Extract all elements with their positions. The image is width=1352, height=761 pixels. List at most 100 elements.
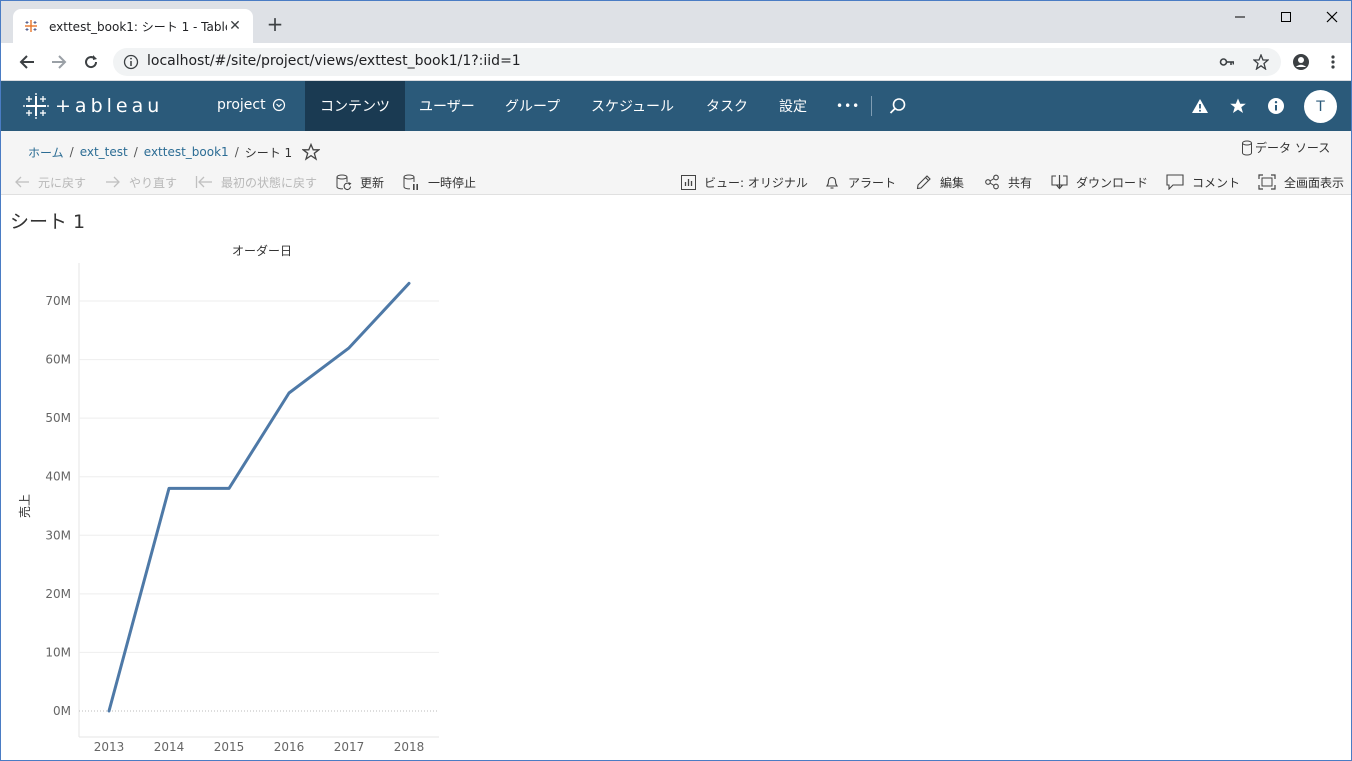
fullscreen-label: 全画面表示	[1284, 175, 1345, 190]
x-tick-label: 2018	[394, 740, 425, 754]
redo-arrow-icon	[106, 176, 120, 188]
y-tick-label: 20M	[45, 587, 71, 601]
site-info-icon[interactable]	[123, 54, 139, 70]
undo-button[interactable]: 元に戻す	[14, 173, 86, 191]
comment-label: コメント	[1192, 175, 1241, 190]
data-point[interactable]	[345, 344, 353, 352]
data-point[interactable]	[105, 707, 113, 715]
window-close-icon[interactable]	[1321, 7, 1343, 27]
y-tick-label: 40M	[45, 470, 71, 484]
bookmark-star-icon[interactable]	[1252, 53, 1270, 71]
breadcrumb-home[interactable]: ホーム	[28, 144, 64, 161]
tab-strip: exttest_book1: シート 1 - Tableau S ✕ +	[1, 1, 1351, 43]
data-source-button[interactable]: データ ソース	[1241, 139, 1330, 156]
x-tick-label: 2017	[334, 740, 365, 754]
new-tab-icon[interactable]: +	[265, 14, 285, 35]
fullscreen-icon	[1258, 174, 1276, 190]
tab-title: exttest_book1: シート 1 - Tableau S	[49, 19, 227, 34]
pause-button[interactable]: 一時停止	[403, 173, 476, 191]
revert-label: 最初の状態に戻す	[221, 175, 318, 190]
nav-schedules[interactable]: スケジュール	[577, 81, 688, 131]
y-tick-label: 10M	[45, 645, 71, 659]
comment-button[interactable]: コメント	[1166, 173, 1240, 191]
minimize-icon[interactable]	[1229, 7, 1251, 27]
share-button[interactable]: 共有	[984, 173, 1032, 191]
y-axis-label: 売上	[17, 494, 32, 518]
data-point[interactable]	[165, 484, 173, 492]
nav-divider	[871, 96, 872, 116]
y-tick-label: 60M	[45, 353, 71, 367]
undo-arrow-icon	[15, 176, 29, 188]
redo-button[interactable]: やり直す	[105, 173, 177, 191]
breadcrumb-separator: /	[133, 145, 138, 159]
y-tick-label: 30M	[45, 528, 71, 542]
favorites-star-icon[interactable]	[1229, 97, 1247, 115]
breadcrumb: ホーム / ext_test / exttest_book1 / シート 1	[28, 143, 321, 161]
redo-label: やり直す	[129, 175, 178, 190]
data-point[interactable]	[225, 484, 233, 492]
tableau-logo[interactable]: +ableau	[23, 93, 163, 119]
site-switcher[interactable]: project	[217, 97, 286, 113]
download-icon	[1051, 175, 1068, 190]
nav-settings[interactable]: 設定	[765, 81, 821, 131]
revert-button[interactable]: 最初の状態に戻す	[195, 173, 317, 191]
x-tick-label: 2016	[274, 740, 305, 754]
fullscreen-button[interactable]: 全画面表示	[1258, 173, 1344, 191]
comment-icon	[1166, 174, 1184, 190]
edit-label: 編集	[940, 175, 965, 190]
alert-label: アラート	[848, 175, 897, 190]
undo-label: 元に戻す	[38, 175, 87, 190]
nav-users[interactable]: ユーザー	[405, 81, 489, 131]
data-point[interactable]	[405, 279, 413, 287]
browser-toolbar: localhost/#/site/project/views/exttest_b…	[1, 43, 1351, 81]
address-bar[interactable]: localhost/#/site/project/views/exttest_b…	[113, 48, 1281, 76]
browser-menu-icon[interactable]	[1323, 52, 1343, 72]
back-icon[interactable]	[17, 52, 37, 72]
info-icon[interactable]	[1267, 97, 1285, 115]
sheet-title: シート 1	[10, 211, 86, 233]
breadcrumb-project[interactable]: ext_test	[80, 145, 128, 159]
sales-series-line[interactable]	[107, 281, 411, 713]
tableau-favicon-icon	[23, 18, 39, 34]
y-tick-label: 50M	[45, 411, 71, 425]
view-original-button[interactable]: ビュー: オリジナル	[681, 173, 808, 191]
reload-icon[interactable]	[81, 52, 101, 72]
breadcrumb-workbook[interactable]: exttest_book1	[144, 145, 229, 159]
url-text: localhost/#/site/project/views/exttest_b…	[147, 53, 521, 69]
share-icon	[985, 174, 999, 190]
add-favorite-star-icon[interactable]	[302, 143, 321, 161]
tableau-header: +ableau project コンテンツ ユーザー グループ スケジュール タ…	[1, 81, 1351, 131]
alert-button[interactable]: アラート	[824, 173, 896, 191]
bell-icon	[825, 176, 839, 189]
key-icon[interactable]	[1219, 54, 1235, 70]
user-avatar[interactable]: T	[1304, 90, 1337, 123]
download-label: ダウンロード	[1076, 175, 1149, 190]
refresh-label: 更新	[360, 175, 385, 190]
revert-icon	[195, 176, 212, 188]
browser-window: exttest_book1: シート 1 - Tableau S ✕ + lo	[0, 0, 1352, 761]
share-label: 共有	[1008, 175, 1033, 190]
download-button[interactable]: ダウンロード	[1051, 173, 1148, 191]
tableau-wordmark: +ableau	[55, 95, 164, 117]
alert-warning-icon[interactable]	[1191, 97, 1209, 115]
nav-tasks[interactable]: タスク	[692, 81, 762, 131]
sales-line-chart[interactable]: 0M 10M 20M 30M 40M 50M 60M 70M 2013 2014 2015 2016 2…	[1, 237, 461, 761]
tab-close-icon[interactable]: ✕	[227, 18, 243, 34]
edit-button[interactable]: 編集	[916, 173, 964, 191]
browser-tab[interactable]: exttest_book1: シート 1 - Tableau S ✕	[13, 9, 253, 43]
y-tick-label: 70M	[45, 294, 71, 308]
y-tick-label: 0M	[53, 704, 71, 718]
forward-icon[interactable]	[49, 52, 69, 72]
search-icon[interactable]	[889, 97, 907, 115]
refresh-button[interactable]: 更新	[335, 173, 384, 191]
database-icon	[1242, 140, 1252, 155]
chart-title: オーダー日	[232, 243, 292, 258]
nav-groups[interactable]: グループ	[491, 81, 574, 131]
nav-more-icon[interactable]: •••	[822, 81, 874, 131]
data-point[interactable]	[285, 389, 293, 397]
x-tick-label: 2013	[94, 740, 125, 754]
view-original-label: ビュー: オリジナル	[704, 175, 808, 190]
profile-icon[interactable]	[1291, 52, 1311, 72]
maximize-icon[interactable]	[1275, 7, 1297, 27]
nav-content[interactable]: コンテンツ	[305, 81, 405, 131]
